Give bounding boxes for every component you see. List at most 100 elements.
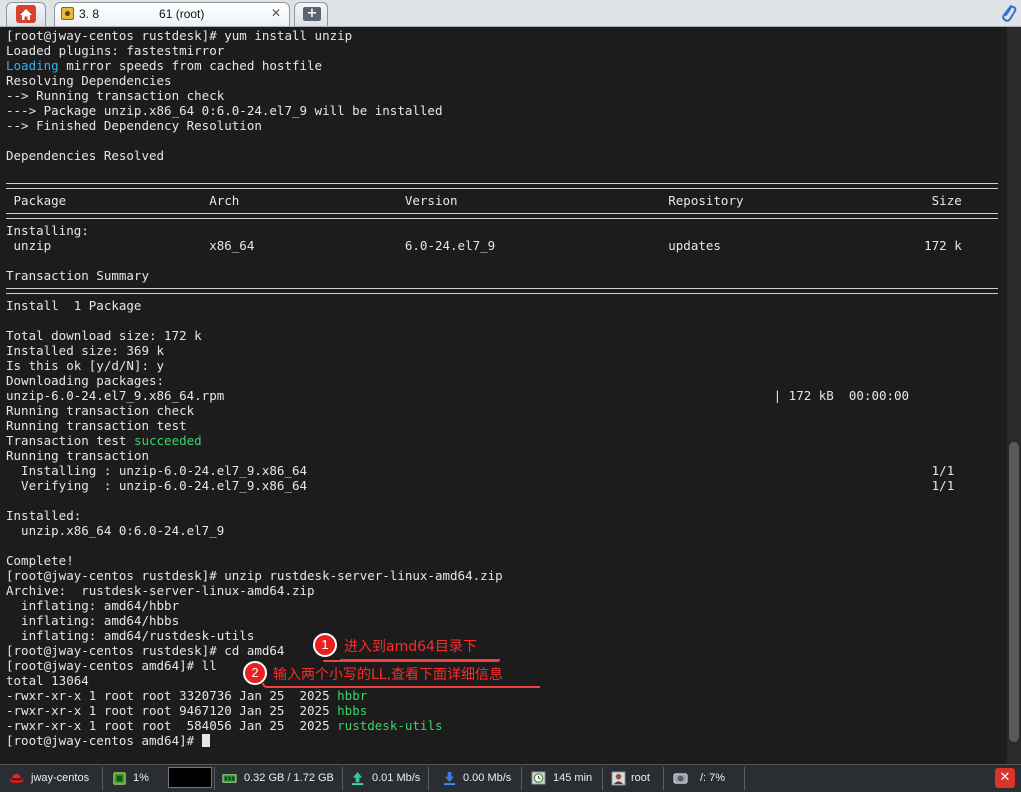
terminal-segment: --> Finished Dependency Resolution — [6, 118, 262, 133]
terminal-line: ---> Package unzip.x86_64 0:6.0-24.el7_9… — [6, 103, 1021, 118]
terminal-segment: inflating: amd64/hbbs — [6, 613, 180, 628]
terminal-segment: [root@jway-centos rustdesk]# unzip rustd… — [6, 568, 503, 583]
status-memory[interactable]: 0.32 GB / 1.72 GB — [215, 766, 342, 791]
annotation-2-connector — [262, 683, 540, 688]
terminal-segment: Complete! — [6, 553, 74, 568]
terminal-segment: Running transaction test — [6, 418, 187, 433]
terminal-segment: Installing: — [6, 223, 89, 238]
terminal-line: inflating: amd64/rustdesk-utils — [6, 628, 1021, 643]
terminal-segment: -rwxr-xr-x 1 root root 3320736 Jan 25 20… — [6, 688, 338, 703]
paperclip-icon[interactable] — [999, 2, 1017, 24]
new-tab-button[interactable]: + — [294, 2, 328, 26]
terminal-line: [root@jway-centos rustdesk]# yum install… — [6, 28, 1021, 43]
terminal-line: Package Arch Version Repository Size — [6, 193, 1021, 208]
terminal-line: Installed: — [6, 508, 1021, 523]
close-icon[interactable]: ✕ — [271, 6, 281, 20]
terminal-segment: --> Running transaction check — [6, 88, 225, 103]
terminal-segment: Installing : unzip-6.0-24.el7_9.x86_64 1… — [6, 463, 955, 478]
terminal-line: unzip-6.0-24.el7_9.x86_64.rpm | 172 kB 0… — [6, 388, 1021, 403]
terminal-segment: succeeded — [133, 433, 202, 448]
close-session-button[interactable]: ✕ — [995, 768, 1015, 788]
status-download[interactable]: 0.00 Mb/s — [429, 766, 521, 791]
status-cpu[interactable]: 1% — [103, 766, 163, 791]
status-cpu-text: 1% — [133, 772, 149, 784]
terminal-segment: Dependencies Resolved — [6, 148, 165, 163]
terminal-segment: total 13064 — [6, 673, 89, 688]
terminal-line: Loaded plugins: fastestmirror — [6, 43, 1021, 58]
terminal-line: Install 1 Package — [6, 298, 1021, 313]
status-host-text: jway-centos — [31, 772, 90, 784]
terminal-text: [root@jway-centos rustdesk]# yum install… — [6, 28, 1021, 748]
terminal-segment: Installed size: 369 k — [6, 343, 165, 358]
terminal-segment: inflating: amd64/rustdesk-utils — [6, 628, 255, 643]
terminal-segment: Verifying : unzip-6.0-24.el7_9.x86_64 1/… — [6, 478, 955, 493]
status-user-text: root — [631, 772, 650, 784]
terminal-segment: Transaction test — [6, 433, 134, 448]
terminal-segment: inflating: amd64/hbbr — [6, 598, 180, 613]
scrollbar[interactable] — [1007, 27, 1021, 764]
terminal-line: Installing: — [6, 223, 1021, 238]
terminal-output[interactable]: [root@jway-centos rustdesk]# yum install… — [0, 27, 1021, 764]
terminal-segment: mirror speeds from cached hostfile — [58, 58, 323, 73]
terminal-line: Verifying : unzip-6.0-24.el7_9.x86_64 1/… — [6, 478, 1021, 493]
terminal-line: Running transaction test — [6, 418, 1021, 433]
terminal-line: Total download size: 172 k — [6, 328, 1021, 343]
terminal-line: inflating: amd64/hbbs — [6, 613, 1021, 628]
separator-line — [6, 283, 1021, 298]
terminal-line: Transaction Summary — [6, 268, 1021, 283]
separator-line — [6, 208, 1021, 223]
download-icon — [443, 771, 456, 786]
terminal-cursor — [201, 734, 210, 747]
status-user[interactable]: root — [603, 766, 663, 791]
home-tab[interactable] — [6, 2, 46, 26]
session-tab[interactable]: 3. 8 61 (root) ✕ — [54, 2, 290, 26]
redhat-icon — [9, 773, 24, 784]
status-divider — [744, 767, 745, 790]
terminal-segment: Package Arch Version Repository Size — [6, 193, 962, 208]
terminal-segment: Installed: — [6, 508, 82, 523]
terminal-line: Running transaction check — [6, 403, 1021, 418]
terminal-segment: hbbs — [337, 703, 368, 718]
disk-icon — [673, 773, 688, 784]
annotation-2-text: 输入两个小写的LL,查看下面详细信息 — [273, 667, 504, 683]
terminal-line: -rwxr-xr-x 1 root root 3320736 Jan 25 20… — [6, 688, 1021, 703]
home-icon — [16, 5, 36, 23]
terminal-segment: unzip.x86_64 0:6.0-24.el7_9 — [6, 523, 225, 538]
clock-icon — [531, 771, 546, 785]
terminal-line: --> Running transaction check — [6, 88, 1021, 103]
cpu-graph — [168, 767, 212, 788]
terminal-line: Complete! — [6, 553, 1021, 568]
terminal-segment: Total download size: 172 k — [6, 328, 202, 343]
terminal-segment: Transaction Summary — [6, 268, 149, 283]
annotation-1-underline — [340, 659, 500, 661]
terminal-line: inflating: amd64/hbbr — [6, 598, 1021, 613]
annotation-2-badge: 2 — [243, 661, 267, 685]
session-tab-title: 3. 8 61 (root) — [79, 7, 205, 21]
terminal-segment: Loaded plugins: fastestmirror — [6, 43, 225, 58]
terminal-segment: [root@jway-centos amd64]# ll — [6, 658, 217, 673]
status-host[interactable]: jway-centos — [0, 766, 102, 791]
terminal-segment: Archive: rustdesk-server-linux-amd64.zip — [6, 583, 315, 598]
terminal-line: [root@jway-centos amd64]# ll — [6, 658, 1021, 673]
terminal-segment: Downloading packages: — [6, 373, 165, 388]
terminal-line: Running transaction — [6, 448, 1021, 463]
status-disk[interactable]: /: 7% — [664, 766, 744, 791]
scrollbar-thumb[interactable] — [1009, 442, 1019, 742]
terminal-segment: [root@jway-centos rustdesk]# yum install… — [6, 28, 353, 43]
terminal-line: Installed size: 369 k — [6, 343, 1021, 358]
terminal-line: Transaction test succeeded — [6, 433, 1021, 448]
terminal-line: [root@jway-centos rustdesk]# unzip rustd… — [6, 568, 1021, 583]
status-upload-text: 0.01 Mb/s — [372, 772, 421, 784]
status-upload[interactable]: 0.01 Mb/s — [343, 766, 428, 791]
status-uptime[interactable]: 145 min — [522, 766, 602, 791]
terminal-segment: Resolving Dependencies — [6, 73, 172, 88]
terminal-segment: [root@jway-centos amd64]# — [6, 733, 202, 748]
terminal-line: Downloading packages: — [6, 373, 1021, 388]
separator-line — [6, 178, 1021, 193]
